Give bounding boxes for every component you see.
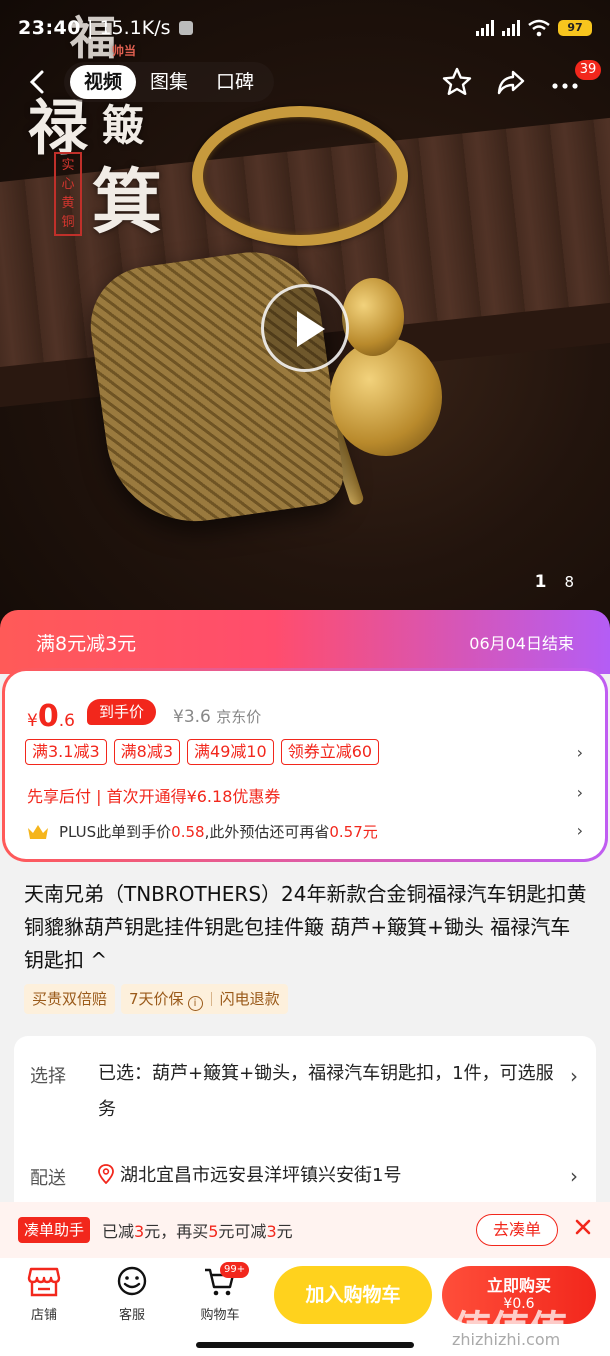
coupon-tag[interactable]: 领券立减60 bbox=[280, 739, 380, 765]
select-value[interactable]: 已选：葫芦+簸箕+锄头，福禄汽车钥匙扣，1件，可选服务 bbox=[98, 1056, 558, 1128]
favorite-star-icon[interactable] bbox=[441, 66, 473, 98]
bundle-helper-bar: 凑单助手 已减3元，再买5元可减3元 去凑单 bbox=[0, 1202, 610, 1258]
gourd-charm bbox=[330, 338, 442, 456]
share-icon[interactable] bbox=[495, 66, 527, 98]
go-bundle-button[interactable]: 去凑单 bbox=[476, 1214, 558, 1246]
home-indicator bbox=[196, 1342, 414, 1348]
signal-icon bbox=[476, 20, 494, 36]
product-detail-page: { "status_bar": {"time": "23:40", "speed… bbox=[0, 0, 610, 1356]
play-video-button[interactable] bbox=[261, 284, 349, 372]
tab-video[interactable]: 视频 bbox=[70, 65, 137, 99]
media-tabs: 视频 图集 口碑 bbox=[64, 62, 275, 102]
battery-icon: 97 bbox=[558, 20, 592, 36]
guarantee-double-compensation[interactable]: 买贵双倍赔 bbox=[24, 984, 116, 1014]
close-icon[interactable] bbox=[572, 1216, 594, 1238]
coupon-tag[interactable]: 满3.1减3 bbox=[25, 739, 107, 765]
tab-gallery[interactable]: 图集 bbox=[136, 65, 202, 99]
notification-icon bbox=[178, 21, 193, 35]
store-button[interactable]: 店铺 bbox=[14, 1266, 74, 1323]
chevron-right-icon[interactable]: › bbox=[577, 783, 583, 802]
crown-icon bbox=[28, 824, 48, 839]
tab-reviews[interactable]: 口碑 bbox=[202, 65, 268, 99]
bundle-helper-tag: 凑单助手 bbox=[18, 1217, 91, 1243]
back-icon[interactable] bbox=[24, 68, 52, 96]
price-card: ¥0.6 到手价 ¥3.6 京东价 满3.1减3 满8减3 满49减10 领券立… bbox=[2, 668, 608, 862]
chevron-right-icon[interactable]: › bbox=[577, 821, 583, 840]
coupon-tag[interactable]: 满8减3 bbox=[113, 739, 181, 765]
store-icon bbox=[27, 1267, 61, 1297]
keyring bbox=[192, 106, 408, 246]
product-title: 天南兄弟（TNBROTHERS）24年新款合金铜福禄汽车钥匙扣黄铜貔貅葫芦钥匙挂… bbox=[24, 882, 587, 972]
pay-later-text[interactable]: 先享后付 | 首次开通得¥6.18优惠券 bbox=[27, 783, 280, 807]
customer-service-button[interactable]: 客服 bbox=[102, 1266, 162, 1323]
chevron-right-icon[interactable]: › bbox=[570, 1164, 578, 1188]
promo-end-date: 06月04日结束 bbox=[469, 634, 574, 653]
delivery-address[interactable]: 湖北宜昌市远安县洋坪镇兴安街1号 bbox=[98, 1158, 558, 1194]
calligraphy-ji: 箕 bbox=[92, 160, 162, 243]
select-label: 选择 bbox=[30, 1066, 66, 1087]
image-counter: 18 bbox=[534, 572, 574, 592]
top-nav: 视频 图集 口碑 39 bbox=[0, 56, 610, 108]
guarantee-price-protect[interactable]: 7天价保 i 闪电退款 bbox=[121, 984, 288, 1014]
status-bar: 23:40 | 15.1K/s 97 bbox=[0, 0, 610, 56]
signal-icon-2 bbox=[502, 20, 520, 36]
delivery-label: 配送 bbox=[30, 1168, 66, 1189]
final-price-tag: 到手价 bbox=[87, 699, 157, 725]
coupon-list[interactable]: 满3.1减3 满8减3 满49减10 领券立减60 bbox=[25, 739, 380, 765]
info-icon: i bbox=[187, 996, 203, 1011]
cart-button[interactable]: 99+ 购物车 bbox=[190, 1262, 250, 1323]
add-to-cart-button[interactable]: 加入购物车 bbox=[274, 1266, 432, 1324]
status-speed: | 15.1K/s bbox=[86, 17, 171, 39]
bundle-helper-text: 已减3元，再买5元可减3元 bbox=[102, 1222, 293, 1241]
plus-price-row[interactable]: PLUS此单到手价 0.58 ,此外预估还可再省 0.57元 bbox=[27, 821, 378, 842]
final-price: ¥0.6 bbox=[27, 699, 75, 734]
chevron-right-icon[interactable]: › bbox=[577, 743, 583, 762]
original-price: ¥3.6 京东价 bbox=[173, 707, 262, 727]
status-time: 23:40 bbox=[18, 17, 81, 39]
chat-smile-icon bbox=[117, 1266, 147, 1296]
seal-stamp: 实心黄铜 bbox=[54, 152, 82, 236]
location-pin-icon bbox=[98, 1164, 114, 1184]
promo-banner[interactable]: 满8元减3元 06月04日结束 bbox=[0, 610, 610, 674]
guarantee-tags[interactable]: 买贵双倍赔 7天价保 i 闪电退款 bbox=[24, 984, 288, 1014]
coupon-tag[interactable]: 满49减10 bbox=[187, 739, 274, 765]
promo-label: 满8元减3元 bbox=[36, 633, 137, 655]
chevron-right-icon[interactable]: › bbox=[570, 1064, 578, 1088]
cart-badge: 99+ bbox=[220, 1262, 250, 1278]
watermark-url: zhizhizhi.com bbox=[452, 1330, 561, 1349]
wifi-icon bbox=[528, 19, 550, 37]
message-badge: 39 bbox=[575, 60, 601, 80]
gourd-charm-top bbox=[342, 278, 404, 356]
